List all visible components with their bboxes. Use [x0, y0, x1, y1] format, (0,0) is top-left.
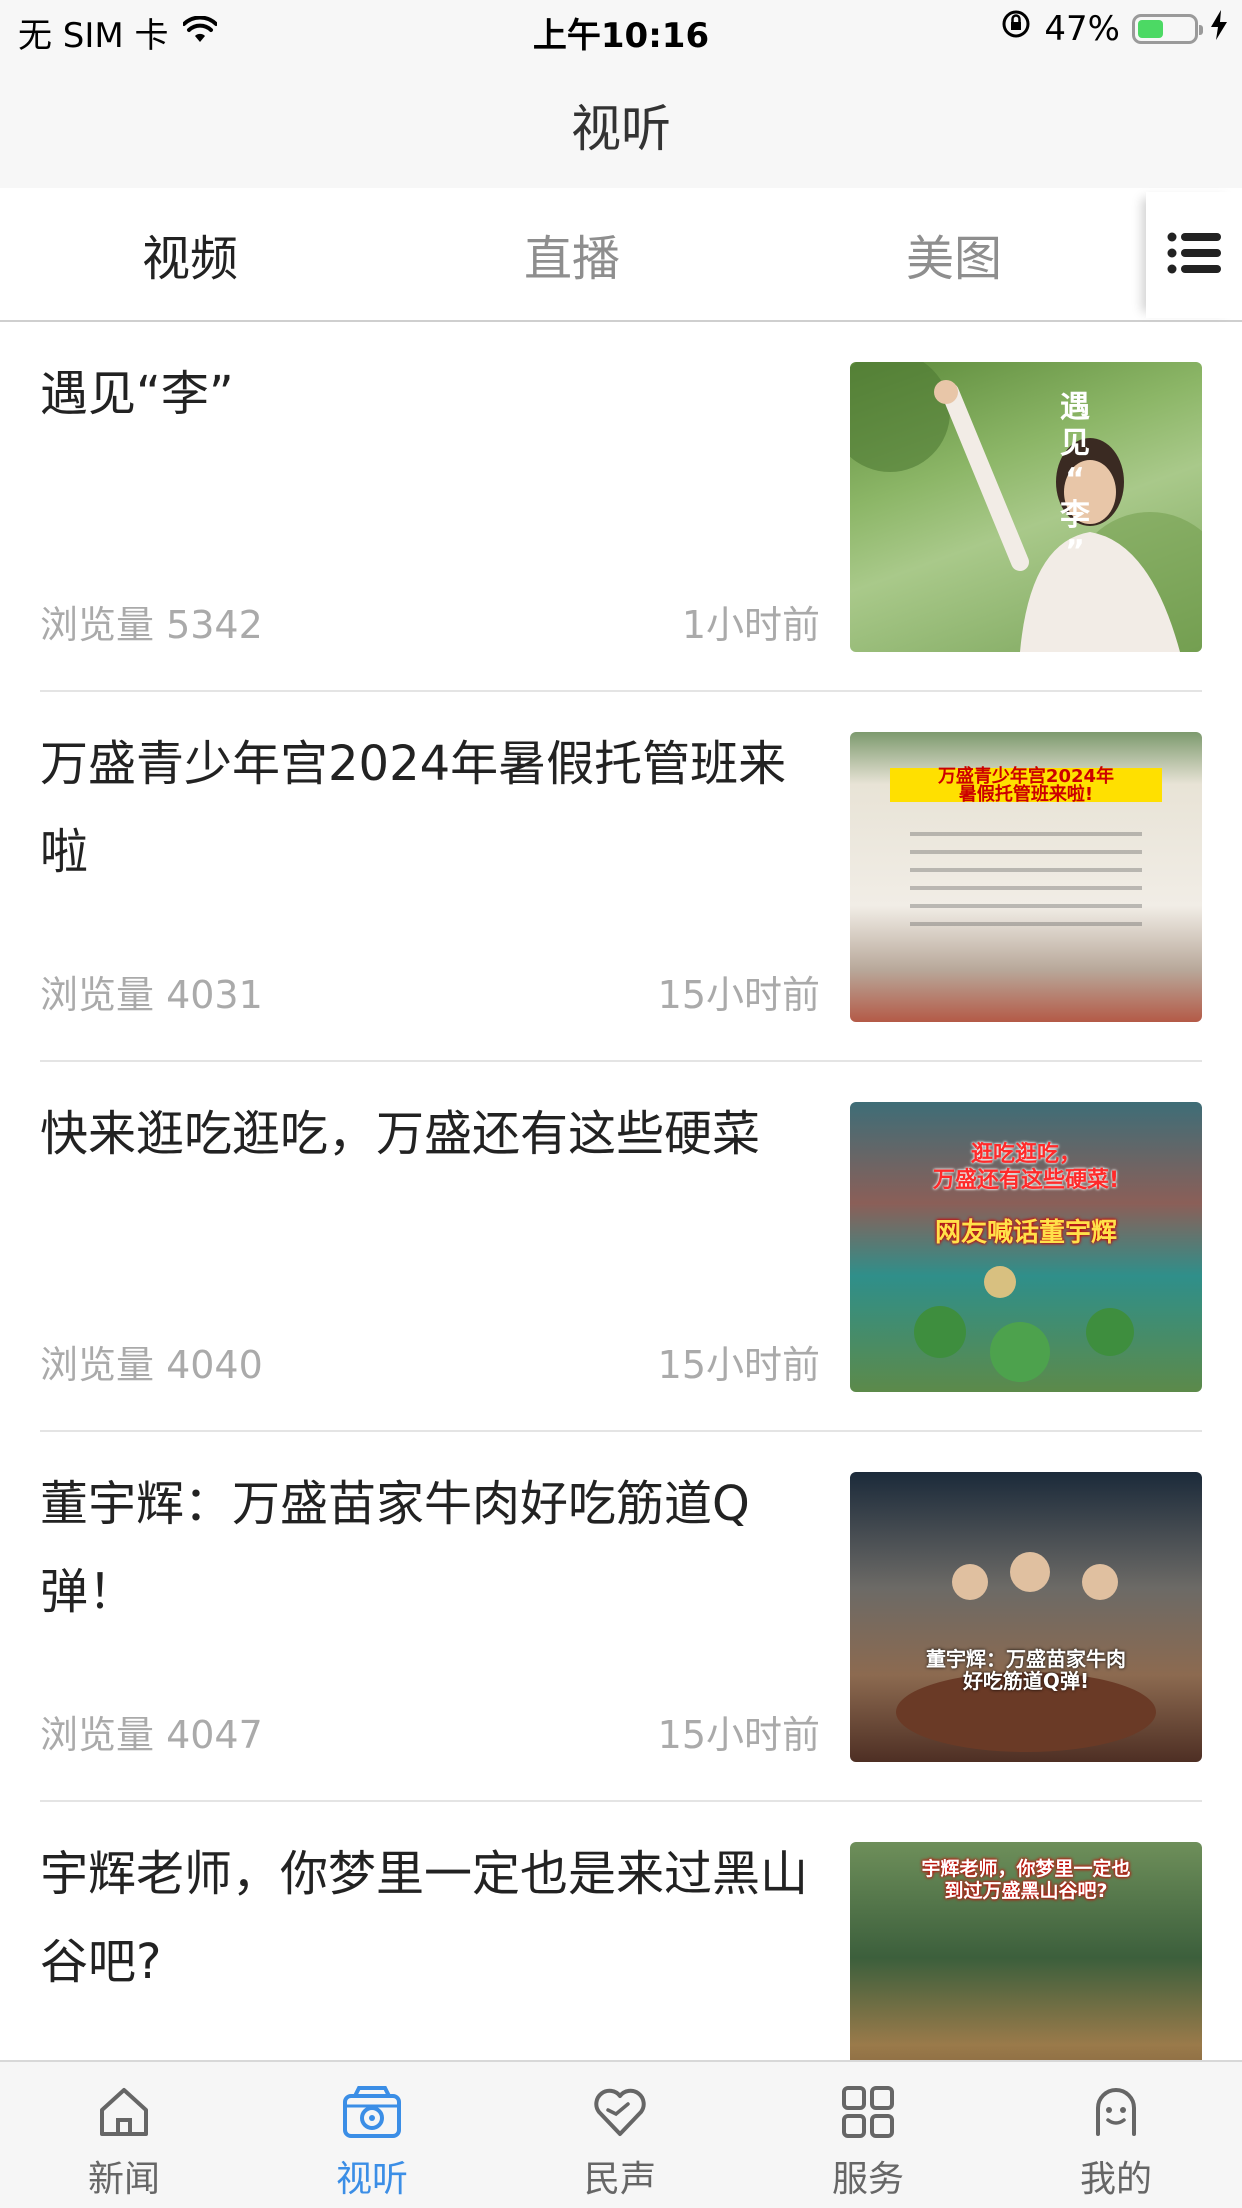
charging-bolt-icon — [1210, 9, 1228, 49]
item-thumbnail: 万盛青少年宫2024年 暑假托管班来啦! — [850, 732, 1202, 1022]
home-icon — [0, 2082, 248, 2142]
thumb-char: 李 — [1060, 498, 1090, 533]
item-title: 万盛青少年宫2024年暑假托管班来啦 — [40, 736, 787, 880]
status-bar: 无 SIM 卡 上午10:16 47% — [0, 0, 1242, 62]
item-time: 15小时前 — [657, 1713, 820, 1757]
tab-video[interactable]: 视频 — [40, 188, 340, 320]
thumb-caption: 宇辉老师，你梦里一定也 — [921, 1858, 1131, 1880]
list-menu-icon — [1167, 231, 1221, 279]
item-thumbnail: 遇 见 “ 李 ” — [850, 362, 1202, 652]
tabbar-news[interactable]: 新闻 — [0, 2062, 248, 2208]
page-title: 视听 — [571, 100, 671, 158]
item-views: 浏览量 4031 — [40, 973, 263, 1017]
list-item[interactable]: 快来逛吃逛吃，万盛还有这些硬菜 浏览量 4040 15小时前 逛吃逛吃， 万盛还… — [40, 1062, 1202, 1432]
bottom-tab-bar: 新闻 视听 民声 服务 我的 — [0, 2060, 1242, 2208]
item-thumbnail: 董宇辉：万盛苗家牛肉 好吃筋道Q弹! — [850, 1472, 1202, 1762]
camera-icon — [248, 2082, 496, 2142]
category-tabs: 视频 直播 美图 — [0, 188, 1242, 322]
item-views: 浏览量 5342 — [40, 603, 263, 647]
video-list: 遇见“李” 浏览量 5342 1小时前 遇 见 “ 李 ” 万盛青少年宫2024… — [0, 322, 1242, 2060]
thumb-char: 遇 — [1060, 390, 1090, 425]
battery-icon — [1132, 13, 1203, 44]
tabbar-label: 视听 — [335, 2159, 408, 2200]
item-title: 宇辉老师，你梦里一定也是来过黑山谷吧? — [40, 1846, 809, 1990]
status-right: 47% — [1000, 8, 1228, 49]
thumb-char: 见 — [1060, 426, 1090, 461]
item-title: 快来逛吃逛吃，万盛还有这些硬菜 — [40, 1106, 761, 1162]
thumb-caption: 到过万盛黑山谷吧? — [944, 1880, 1108, 1902]
item-thumbnail: 逛吃逛吃， 万盛还有这些硬菜! 网友喊话董宇辉 — [850, 1102, 1202, 1392]
tabbar-label: 民声 — [583, 2159, 656, 2200]
item-views: 浏览量 4047 — [40, 1713, 263, 1757]
orientation-lock-icon — [1000, 8, 1032, 49]
tab-photos[interactable]: 美图 — [804, 188, 1104, 320]
tabbar-label: 服务 — [831, 2159, 904, 2200]
tabbar-av[interactable]: 视听 — [248, 2062, 496, 2208]
item-thumbnail: 宇辉老师，你梦里一定也 到过万盛黑山谷吧? — [850, 1842, 1202, 2060]
channel-menu-button[interactable] — [1146, 192, 1242, 318]
tabbar-voice[interactable]: 民声 — [496, 2062, 744, 2208]
list-item[interactable]: 董宇辉：万盛苗家牛肉好吃筋道Q弹！ 浏览量 4047 15小时前 董宇辉：万盛苗… — [40, 1432, 1202, 1802]
list-item[interactable]: 万盛青少年宫2024年暑假托管班来啦 浏览量 4031 15小时前 万盛青少年宫… — [40, 692, 1202, 1062]
thumb-caption: 好吃筋道Q弹! — [962, 1669, 1090, 1693]
tabbar-profile[interactable]: 我的 — [992, 2062, 1240, 2208]
item-views: 浏览量 4040 — [40, 1343, 263, 1387]
list-item[interactable]: 宇辉老师，你梦里一定也是来过黑山谷吧? 宇辉老师，你梦里一定也 到过万盛黑山谷吧… — [40, 1802, 1202, 2060]
battery-level — [1138, 19, 1163, 38]
thumb-caption: 董宇辉：万盛苗家牛肉 — [926, 1647, 1126, 1671]
tabbar-services[interactable]: 服务 — [744, 2062, 992, 2208]
item-time: 15小时前 — [657, 973, 820, 1017]
thumb-caption: 暑假托管班来啦! — [958, 784, 1094, 805]
list-item[interactable]: 遇见“李” 浏览量 5342 1小时前 遇 见 “ 李 ” — [40, 322, 1202, 692]
item-time: 15小时前 — [657, 1343, 820, 1387]
profile-icon — [992, 2082, 1240, 2142]
item-time: 1小时前 — [681, 603, 820, 647]
thumb-char: ” — [1065, 534, 1085, 569]
battery-percent: 47% — [1044, 8, 1120, 49]
heart-icon — [496, 2082, 744, 2142]
tab-live[interactable]: 直播 — [422, 188, 722, 320]
item-title: 遇见“李” — [40, 366, 234, 422]
thumb-char: “ — [1065, 462, 1085, 497]
tabbar-label: 新闻 — [87, 2159, 160, 2200]
tabbar-label: 我的 — [1079, 2159, 1152, 2200]
grid-icon — [744, 2082, 992, 2142]
nav-bar: 视听 — [0, 62, 1242, 188]
item-title: 董宇辉：万盛苗家牛肉好吃筋道Q弹！ — [40, 1476, 750, 1620]
